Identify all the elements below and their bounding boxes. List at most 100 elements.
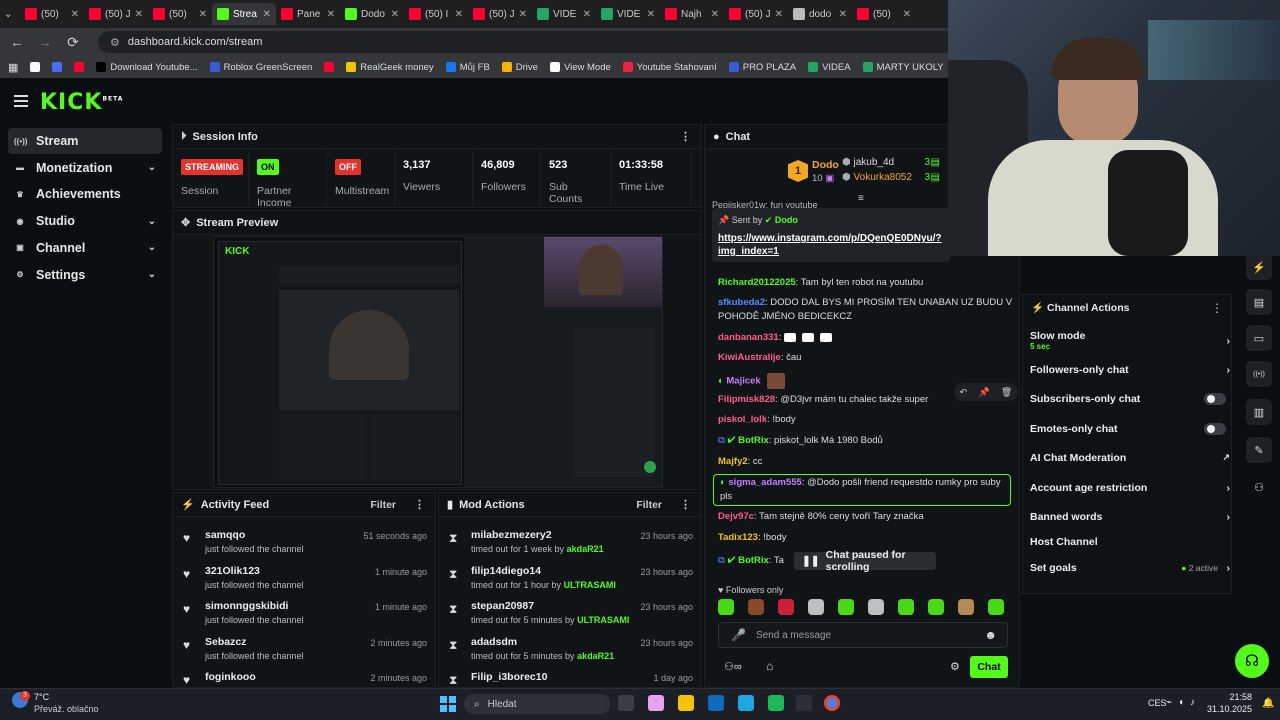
close-tab-icon[interactable]: ✕ (711, 9, 719, 20)
activity-filter-button[interactable]: Filter (370, 499, 396, 511)
microphone-icon[interactable]: 🎤 (731, 628, 746, 642)
channel-action-host-channel[interactable]: Host Channel (1030, 536, 1230, 548)
mod-target-username[interactable]: adadsdm (471, 636, 517, 648)
chat-username[interactable]: BotRix (738, 435, 769, 446)
chat-message[interactable]: Dejv97c: Tam stejně 80% ceny tvoří Tary … (718, 511, 924, 522)
chevron-right-icon[interactable]: › (1227, 562, 1231, 574)
outlook-icon[interactable] (708, 695, 724, 711)
chat-message[interactable]: POHODĚ JMÉNO BEDICEKCZ (718, 311, 852, 322)
chat-username[interactable]: BotRix (738, 555, 769, 566)
channel-action-subscribers-only-chat[interactable]: Subscribers-only chat (1030, 393, 1230, 405)
close-tab-icon[interactable]: ✕ (263, 9, 271, 20)
emote-icon[interactable] (898, 599, 914, 615)
chat-message[interactable]: sfkubeda2: DODO DAL BYS MI PROSÍM TEN UN… (718, 297, 1012, 308)
chat-username[interactable]: Dejv97c (718, 511, 754, 522)
mod-target-username[interactable]: stepan20987 (471, 600, 534, 612)
mod-row[interactable]: ⧗ Filip_i3borec10 1 day ago (439, 667, 701, 687)
clock-date[interactable]: 31.10.2025 (1202, 704, 1252, 714)
channel-action-account-age-restriction[interactable]: Account age restriction › (1030, 482, 1230, 494)
sidebar-item-studio[interactable]: ◉ Studio ⌄ (8, 208, 162, 234)
reload-icon[interactable]: ⟳ (66, 34, 80, 51)
chat-message[interactable]: Majfy2: cc (718, 456, 762, 467)
bookmark[interactable]: Drive (501, 62, 538, 73)
emote-icon[interactable] (958, 599, 974, 615)
activity-row[interactable]: ♥ foginkooo 2 minutes ago (173, 667, 435, 687)
close-tab-icon[interactable]: ✕ (647, 9, 655, 20)
bookmark[interactable] (74, 62, 85, 72)
channel-action-followers-only-chat[interactable]: Followers-only chat › (1030, 364, 1230, 376)
sidebar-item-monetization[interactable]: ▬ Monetization ⌄ (8, 155, 162, 181)
help-chat-icon[interactable]: ☊ (1235, 644, 1269, 678)
clock-time[interactable]: 21:58 (1212, 692, 1252, 702)
chat-username[interactable]: Majicek (726, 376, 760, 387)
browser-tab[interactable]: (50) I ✕ (404, 3, 468, 25)
media-icon[interactable]: ▥ (1246, 399, 1272, 425)
chat-settings-icon[interactable]: ⚙ (950, 660, 960, 673)
activity-row[interactable]: ♥ 321Olik123 just followed the channel 1 mi… (173, 561, 435, 597)
taskbar-search[interactable]: ⌕ Hledat (464, 694, 610, 714)
bookmark[interactable]: Roblox GreenScreen (209, 62, 312, 73)
apps-icon[interactable]: ▦ (8, 61, 18, 74)
chrome-icon[interactable] (824, 695, 840, 711)
clipboard-icon[interactable]: ▤ (1246, 289, 1272, 315)
bookmark[interactable]: Youtube Stahovaní (622, 62, 717, 73)
toggle-switch[interactable] (1204, 393, 1226, 405)
edge-icon[interactable] (738, 695, 754, 711)
emote-icon[interactable] (838, 599, 854, 615)
close-tab-icon[interactable]: ✕ (327, 9, 335, 20)
task-view-icon[interactable] (618, 695, 634, 711)
url-field[interactable]: ⚙ dashboard.kick.com/stream (98, 31, 958, 53)
activity-username[interactable]: Sebazcz (205, 636, 246, 648)
chat-username[interactable]: danbanan331 (718, 332, 779, 343)
moderator-name[interactable]: akdaR21 (567, 544, 604, 554)
chat-message[interactable]: KiwiAustralije: čau (718, 352, 801, 363)
menu-icon[interactable] (14, 95, 28, 107)
mod-row[interactable]: ⧗ stepan20987 timed out for 5 minutes by U… (439, 596, 701, 632)
chat-input[interactable]: 🎤 Send a message ☻ (718, 622, 1008, 648)
browser-tab[interactable]: Strea ✕ (212, 3, 276, 25)
mod-target-username[interactable]: milabezmezery2 (471, 529, 552, 541)
delete-icon[interactable]: 🗑 (1001, 387, 1012, 398)
users-icon[interactable]: ⚇ (1246, 474, 1272, 500)
emote-icon[interactable] (928, 599, 944, 615)
chat-username[interactable]: sfkubeda2 (718, 297, 765, 308)
sidebar-item-settings[interactable]: ⚙ Settings ⌄ (8, 262, 162, 288)
chat-username[interactable]: Majfy2 (718, 456, 748, 467)
stream-video[interactable]: KICK (213, 236, 663, 488)
chevron-right-icon[interactable]: › (1227, 511, 1231, 523)
spotify-icon[interactable] (768, 695, 784, 711)
bookmark[interactable] (52, 62, 63, 72)
chat-message[interactable]: piskol_lolk: !body (718, 414, 796, 425)
bookmark[interactable]: View Mode (549, 62, 611, 73)
notification-bell-icon[interactable]: 🔔 (1262, 698, 1274, 709)
bookmark[interactable]: VIDEA (808, 62, 851, 73)
browser-tab[interactable]: Dodo ✕ (340, 3, 404, 25)
close-tab-icon[interactable]: ✕ (391, 9, 399, 20)
emote-icon[interactable] (988, 599, 1004, 615)
lightning-icon[interactable]: ⚡ (1246, 254, 1272, 280)
mod-row[interactable]: ⧗ milabezmezery2 timed out for 1 week by a… (439, 525, 701, 561)
pinned-link[interactable]: https://www.instagram.com/p/DQenQE0DNyu/… (718, 232, 944, 258)
mod-filter-button[interactable]: Filter (636, 499, 662, 511)
back-icon[interactable]: ← (10, 34, 24, 50)
chat-icon[interactable]: ▭ (1246, 325, 1272, 351)
emote-icon[interactable] (718, 599, 734, 615)
chat-username[interactable]: KiwiAustralije (718, 352, 781, 363)
bookmark[interactable]: Můj FB (445, 62, 490, 73)
send-chat-button[interactable]: Chat (970, 656, 1008, 678)
browser-tab[interactable]: VIDE ✕ (596, 3, 660, 25)
channel-actions-more-icon[interactable]: ⋮ (1211, 301, 1223, 315)
moderator-name[interactable]: akdaR21 (577, 651, 614, 661)
chat-username[interactable]: Tadix123 (718, 532, 758, 543)
emote-icon[interactable] (868, 599, 884, 615)
toggle-switch[interactable] (1204, 423, 1226, 435)
forward-icon[interactable]: → (38, 34, 52, 50)
pin-message-icon[interactable]: 📌 (978, 387, 989, 398)
browser-tab[interactable]: VIDE ✕ (532, 3, 596, 25)
emote-icon[interactable] (808, 599, 824, 615)
browser-tab[interactable]: (50) J ✕ (84, 3, 148, 25)
channel-action-ai-chat-moderation[interactable]: AI Chat Moderation ↗ (1030, 452, 1230, 464)
people-infinity-icon[interactable]: ⚇∞ (724, 660, 742, 673)
activity-username[interactable]: simonnggskibidi (205, 600, 288, 612)
moderator-name[interactable]: ULTRASAMI (577, 615, 629, 625)
